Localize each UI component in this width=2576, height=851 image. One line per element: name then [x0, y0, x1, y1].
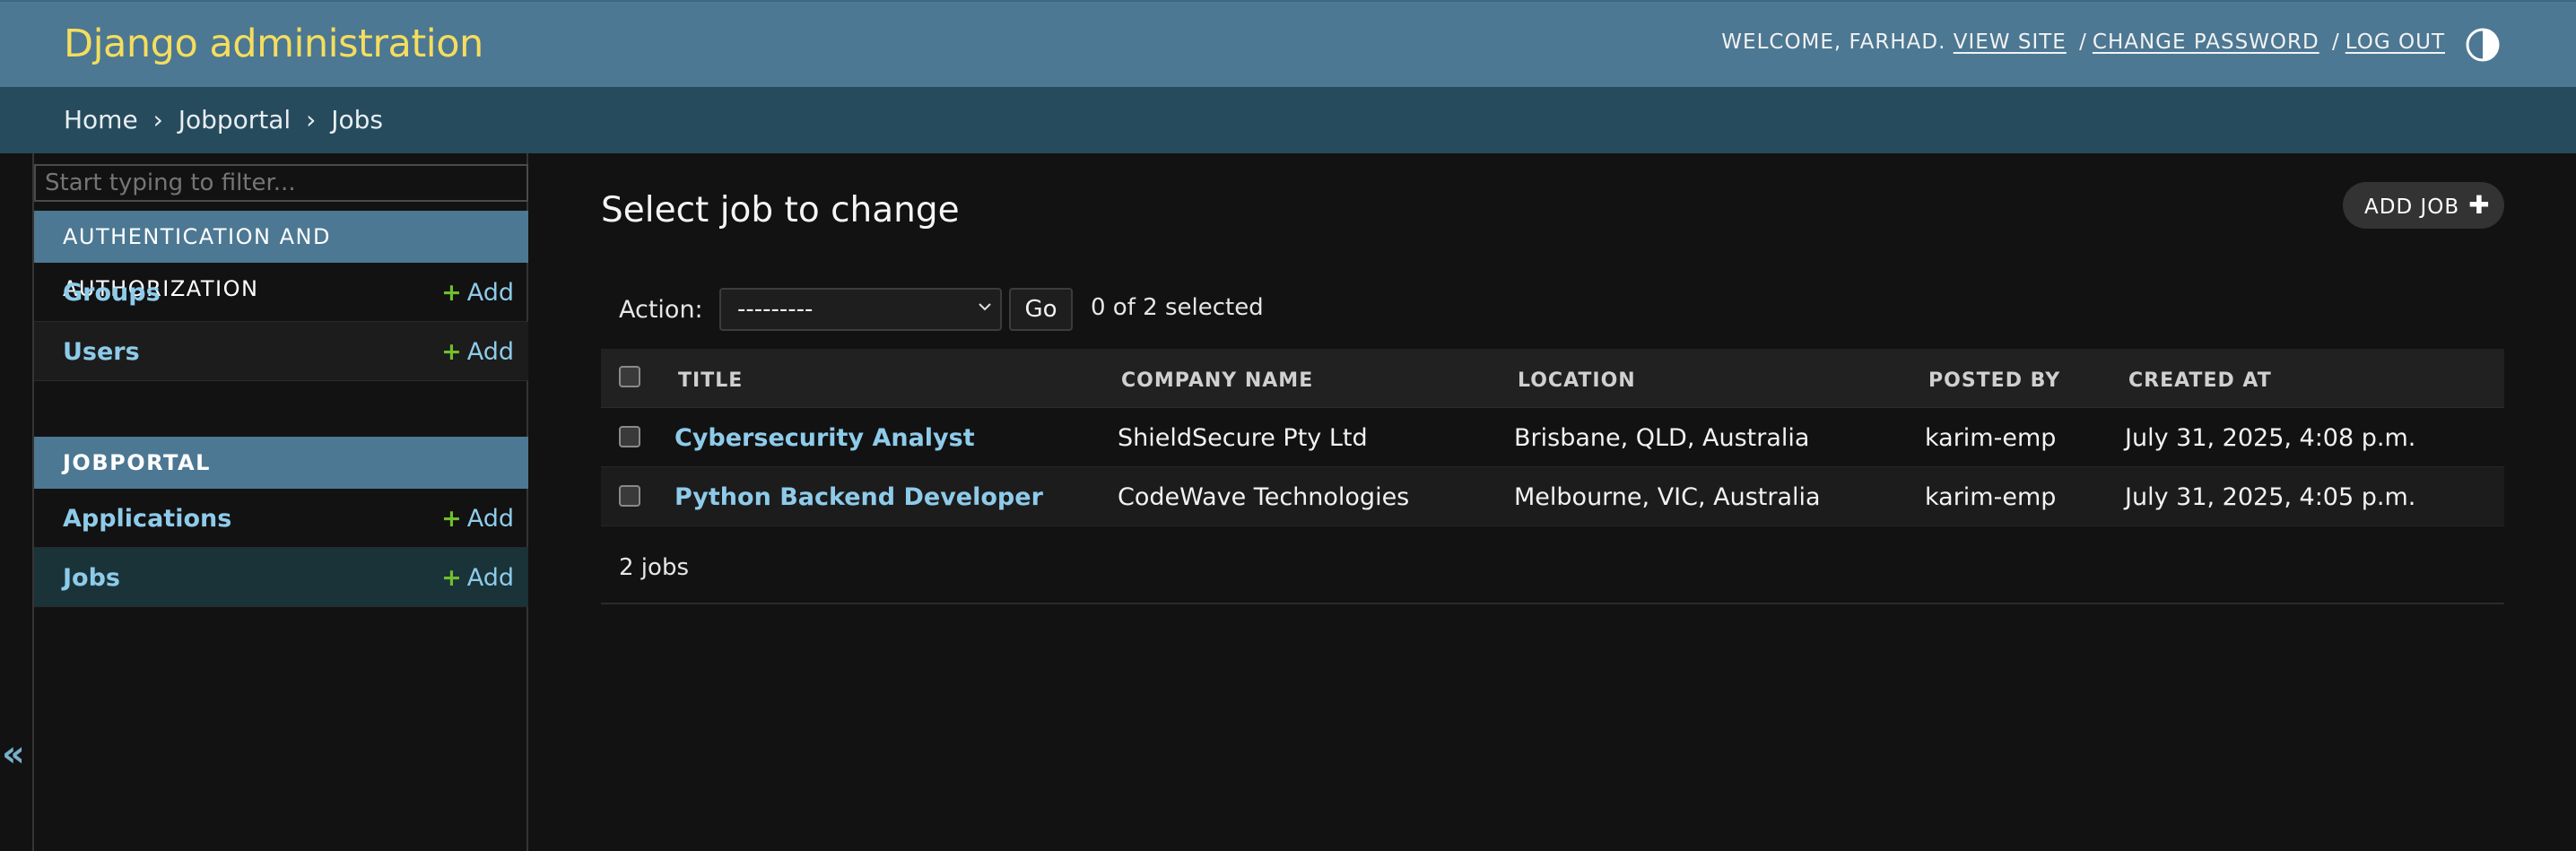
add-label: Add [466, 279, 514, 307]
created-at: July 31, 2025, 4:05 p.m. [2125, 483, 2416, 511]
plus-icon: ✚ [2468, 190, 2491, 220]
add-plus-icon: + [441, 564, 462, 592]
breadcrumb-home[interactable]: Home [64, 105, 138, 135]
table-header: TITLE COMPANY NAME LOCATION POSTED BY CR… [601, 349, 2504, 408]
column-header-title[interactable]: TITLE [678, 369, 743, 392]
action-select-value: --------- [737, 296, 814, 323]
add-label: Add [466, 505, 514, 533]
log-out-link[interactable]: LOG OUT [2345, 30, 2445, 54]
sidebar-filter-input[interactable] [34, 164, 528, 202]
row-checkbox[interactable] [619, 426, 640, 447]
separator: / [2079, 30, 2087, 54]
add-plus-icon: + [441, 505, 462, 533]
model-link-groups[interactable]: Groups [63, 279, 161, 307]
add-users-link[interactable]: + Add [441, 338, 514, 366]
column-header-location[interactable]: LOCATION [1518, 369, 1636, 392]
breadcrumb-separator: › [152, 105, 163, 135]
welcome-text: WELCOME, FARHAD. [1721, 30, 1946, 54]
add-jobs-link[interactable]: + Add [441, 564, 514, 592]
row-checkbox[interactable] [619, 485, 640, 507]
posted-by: karim-emp [1925, 483, 2057, 511]
view-site-link[interactable]: VIEW SITE [1954, 30, 2067, 54]
paginator: 2 jobs [601, 547, 2504, 604]
breadcrumb-app[interactable]: Jobportal [178, 105, 292, 135]
change-password-link[interactable]: CHANGE PASSWORD [2093, 30, 2319, 54]
created-at: July 31, 2025, 4:08 p.m. [2125, 424, 2416, 452]
table-row: Python Backend Developer CodeWave Techno… [601, 467, 2504, 526]
add-plus-icon: + [441, 279, 462, 307]
user-tools: WELCOME, FARHAD. VIEW SITE / CHANGE PASSW… [1721, 30, 2445, 54]
page-title: Select job to change [601, 190, 960, 230]
company-name: CodeWave Technologies [1118, 483, 1410, 511]
sidebar-item-jobs[interactable]: Jobs + Add [34, 548, 528, 607]
sidebar-item-applications[interactable]: Applications + Add [34, 489, 528, 548]
theme-toggle-icon[interactable] [2465, 27, 2501, 63]
posted-by: karim-emp [1925, 424, 2057, 452]
add-job-label: ADD JOB [2364, 195, 2460, 219]
add-label: Add [466, 338, 514, 366]
action-label: Action: [619, 296, 703, 324]
company-name: ShieldSecure Pty Ltd [1118, 424, 1368, 452]
module-caption-jobportal[interactable]: JOBPORTAL [34, 437, 528, 489]
result-list: TITLE COMPANY NAME LOCATION POSTED BY CR… [601, 349, 2504, 526]
site-brand[interactable]: Django administration [64, 22, 483, 66]
sidebar-item-groups[interactable]: Groups + Add [34, 263, 528, 322]
site-header: Django administration WELCOME, FARHAD. V… [0, 0, 2576, 87]
add-applications-link[interactable]: + Add [441, 505, 514, 533]
module-caption-auth[interactable]: AUTHENTICATION AND AUTHORIZATION [34, 211, 528, 301]
add-plus-icon: + [441, 338, 462, 366]
breadcrumb-separator: › [306, 105, 317, 135]
column-header-posted-by[interactable]: POSTED BY [1928, 369, 2060, 392]
selected-count: 0 of 2 selected [1091, 294, 1264, 321]
location: Brisbane, QLD, Australia [1514, 424, 1810, 452]
model-link-jobs[interactable]: Jobs [63, 564, 120, 592]
model-link-applications[interactable]: Applications [63, 505, 231, 533]
action-select[interactable]: --------- [719, 288, 1002, 331]
go-button[interactable]: Go [1009, 288, 1073, 331]
breadcrumb-current: Jobs [331, 105, 383, 135]
breadcrumb: Home › Jobportal › Jobs [0, 87, 2576, 153]
add-job-button[interactable]: ADD JOB ✚ [2343, 182, 2504, 229]
add-groups-link[interactable]: + Add [441, 279, 514, 307]
model-link-users[interactable]: Users [63, 338, 140, 366]
location: Melbourne, VIC, Australia [1514, 483, 1821, 511]
sidebar-item-users[interactable]: Users + Add [34, 322, 528, 381]
table-row: Cybersecurity Analyst ShieldSecure Pty L… [601, 408, 2504, 467]
column-header-created-at[interactable]: CREATED AT [2128, 369, 2272, 392]
column-header-company[interactable]: COMPANY NAME [1121, 369, 1313, 392]
job-title-link[interactable]: Python Backend Developer [674, 483, 1043, 511]
job-title-link[interactable]: Cybersecurity Analyst [674, 424, 975, 452]
collapse-sidebar-icon[interactable]: « [2, 734, 25, 775]
nav-sidebar: AUTHENTICATION AND AUTHORIZATION Groups … [34, 153, 528, 851]
separator: / [2332, 30, 2340, 54]
chevron-down-icon [979, 303, 991, 311]
select-all-checkbox[interactable] [619, 366, 640, 387]
add-label: Add [466, 564, 514, 592]
